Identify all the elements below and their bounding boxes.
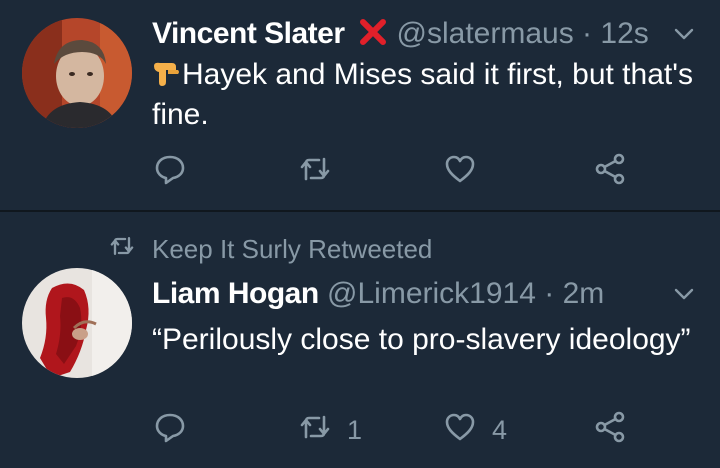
retweet-button[interactable]: 1: [297, 410, 362, 450]
avatar[interactable]: [22, 18, 132, 128]
separator-dot: ·: [573, 17, 601, 50]
share-button[interactable]: [592, 152, 628, 192]
reply-icon: [152, 409, 188, 452]
share-button[interactable]: [592, 410, 628, 450]
retweet-small-icon: [108, 232, 152, 267]
like-button[interactable]: [442, 152, 492, 192]
tweet-text: Hayek and Mises said it first, but that'…: [152, 58, 693, 131]
reply-button[interactable]: [152, 410, 202, 450]
tweet-header: Liam Hogan @Limerick1914 · 2m: [152, 276, 604, 312]
share-icon: [592, 151, 628, 194]
avatar[interactable]: [22, 268, 132, 378]
backhand-index-pointing-down-emoji-icon: [152, 59, 182, 87]
share-icon: [592, 409, 628, 452]
tweet-actions: [152, 152, 652, 192]
retweet-icon: [297, 409, 333, 452]
reply-icon: [152, 151, 188, 194]
chevron-down-icon[interactable]: [672, 22, 696, 46]
tweet-card[interactable]: Keep It Surly Retweeted Liam Hogan @Lime…: [0, 212, 720, 468]
tweet-actions: 1 4: [152, 410, 652, 450]
chevron-down-icon[interactable]: [672, 282, 696, 306]
retweet-button[interactable]: [297, 152, 347, 192]
retweet-context[interactable]: Keep It Surly Retweeted: [108, 232, 432, 267]
tweet-header: Vincent Slater @slatermaus · 12s: [152, 16, 649, 55]
reply-button[interactable]: [152, 152, 202, 192]
retweet-count: 1: [347, 414, 363, 445]
timestamp[interactable]: 2m: [563, 277, 605, 310]
red-x-icon: [359, 18, 387, 55]
retweet-icon: [297, 151, 333, 194]
like-button[interactable]: 4: [442, 410, 507, 450]
user-handle[interactable]: @slatermaus: [397, 17, 574, 50]
retweeted-by-label: Keep It Surly Retweeted: [152, 234, 433, 264]
display-name[interactable]: Vincent Slater: [152, 17, 345, 50]
like-count: 4: [492, 414, 508, 445]
tweet-text-container: Hayek and Mises said it first, but that'…: [152, 55, 712, 135]
heart-icon: [442, 409, 478, 452]
heart-icon: [442, 151, 478, 194]
separator-dot: ·: [535, 277, 563, 310]
tweet-card[interactable]: Vincent Slater @slatermaus · 12s Hayek an…: [0, 0, 720, 210]
timestamp[interactable]: 12s: [600, 17, 648, 50]
tweet-text: “Perilously close to pro-slavery ideolog…: [152, 323, 691, 356]
display-name[interactable]: Liam Hogan: [152, 277, 319, 310]
user-handle[interactable]: @Limerick1914: [327, 277, 536, 310]
